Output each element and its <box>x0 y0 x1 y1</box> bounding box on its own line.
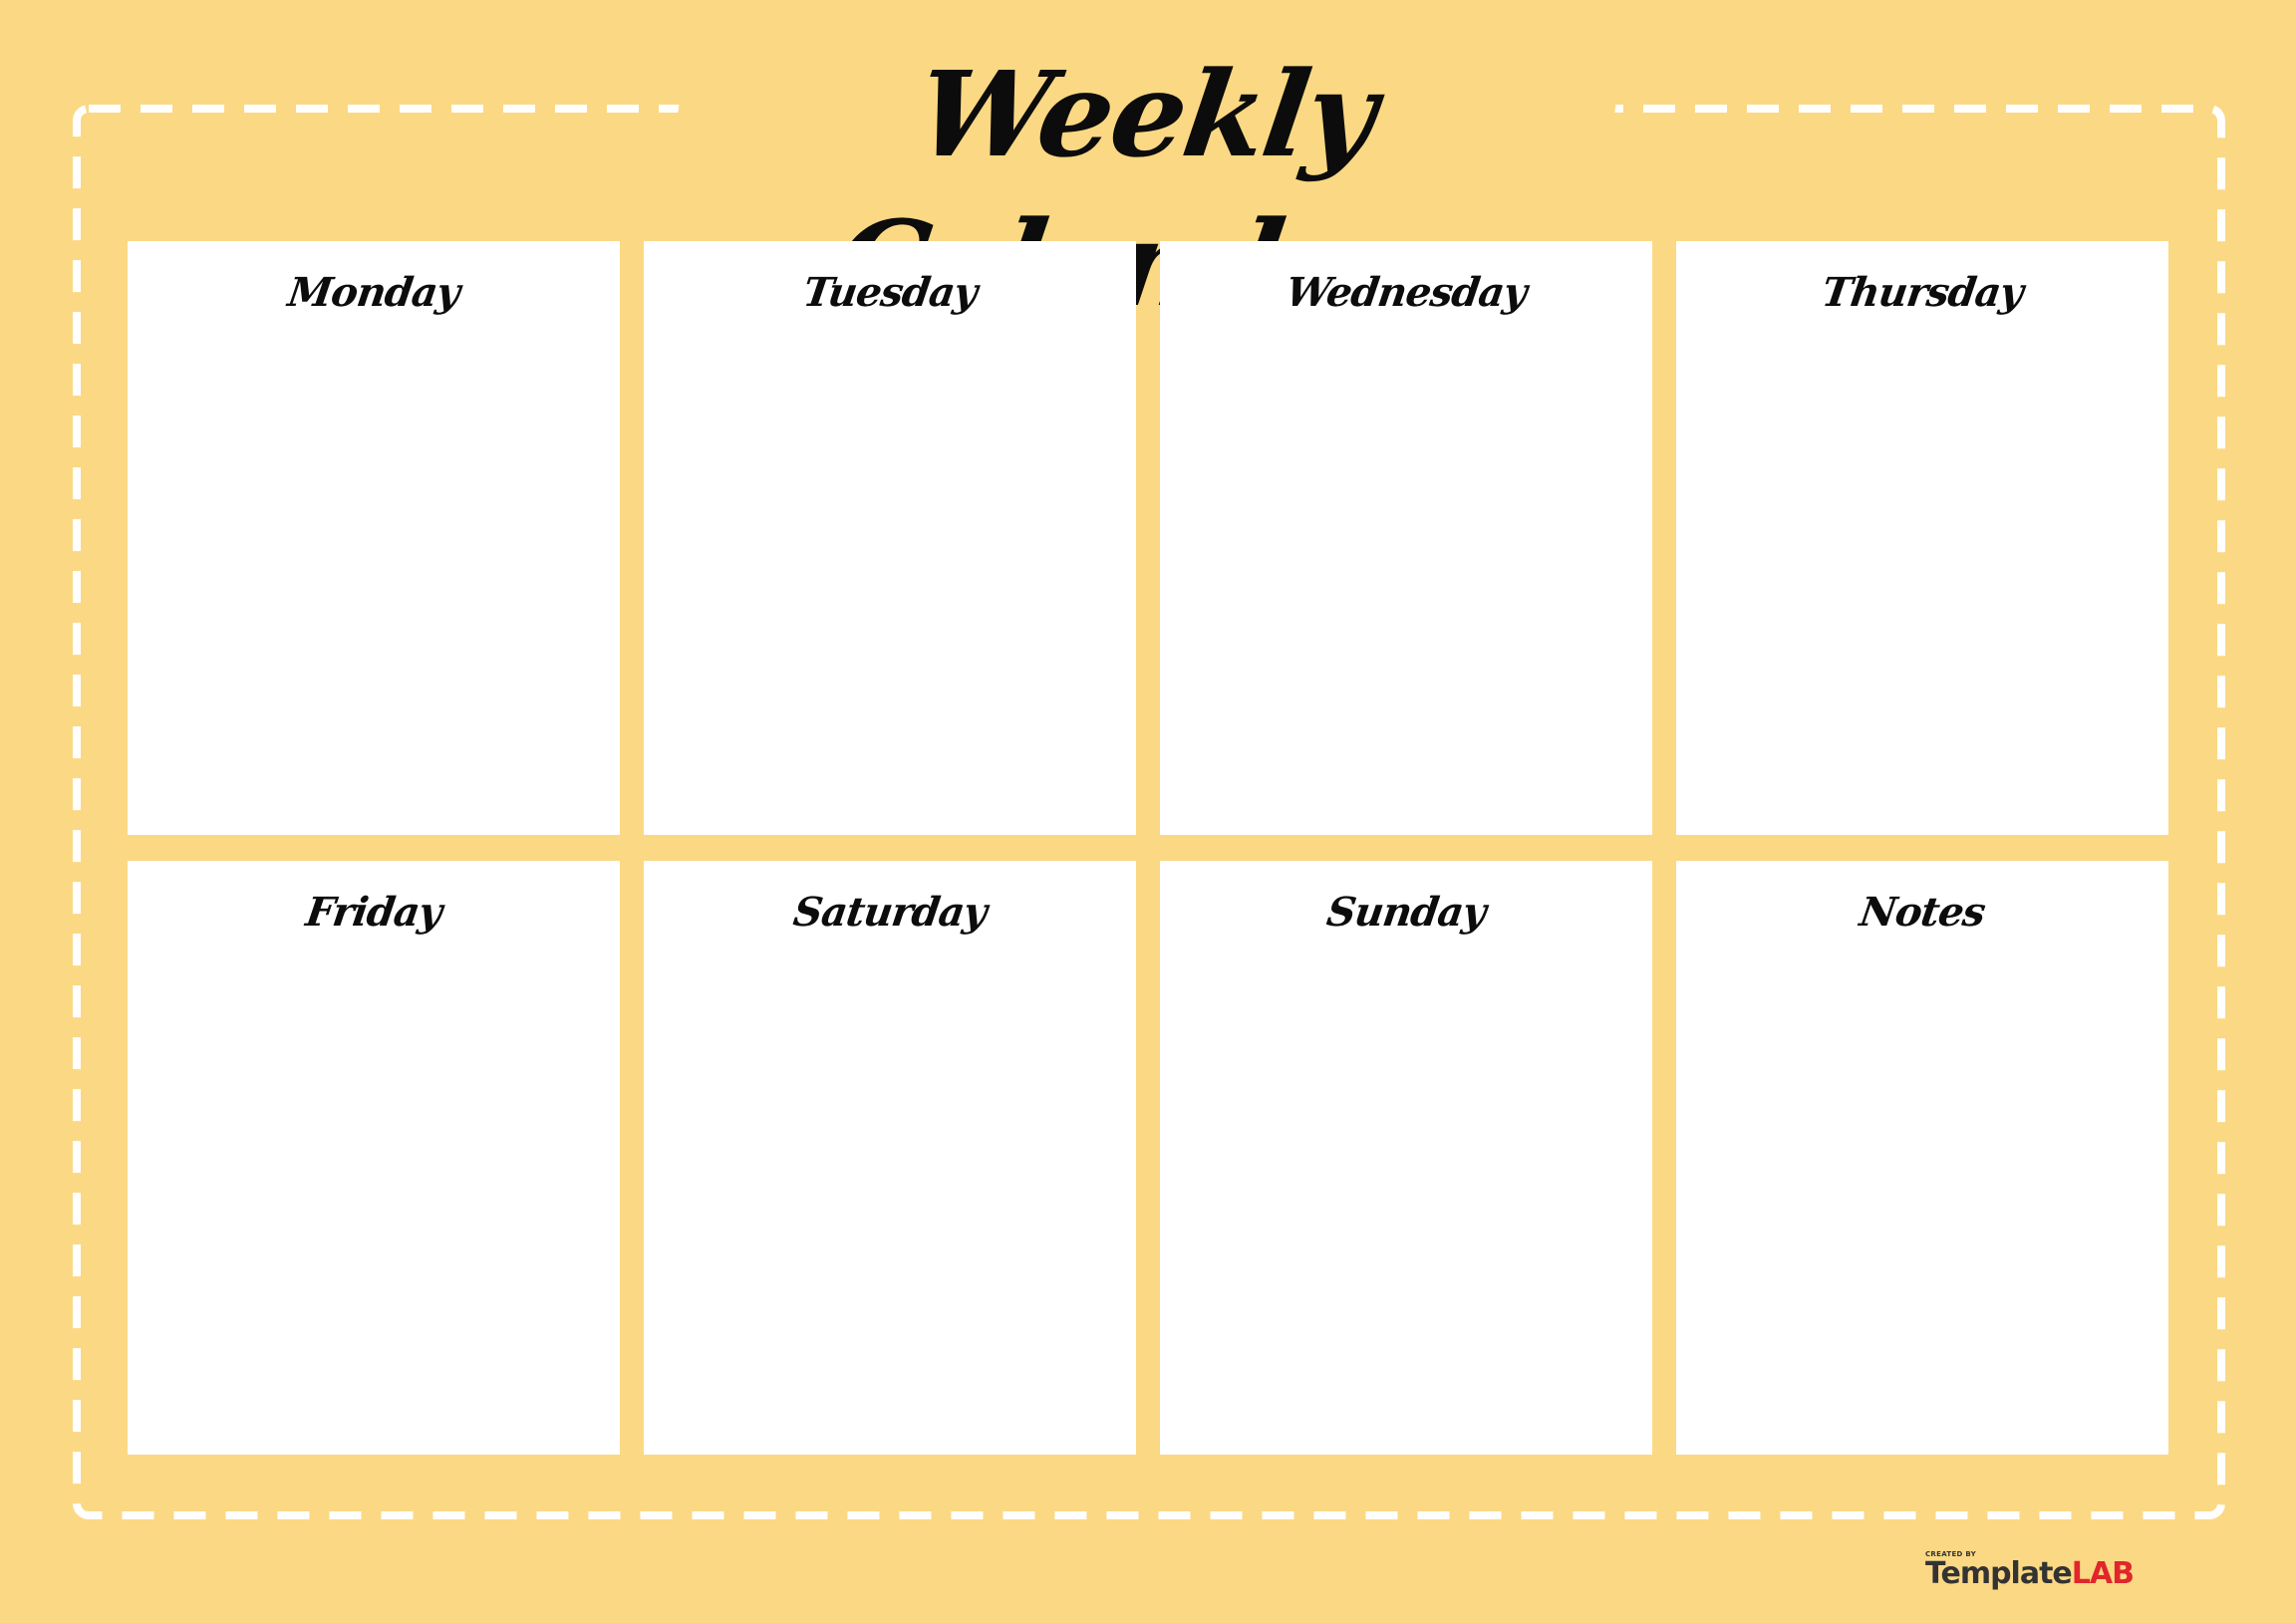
day-label: Sunday <box>1323 889 1489 936</box>
day-label: Thursday <box>1819 269 2026 316</box>
notes-panel: Notes <box>1676 861 2168 1455</box>
notes-label: Notes <box>1857 889 1988 936</box>
day-write-area[interactable] <box>147 341 600 815</box>
day-panel-thursday: Thursday <box>1676 241 2168 835</box>
page-title: Weekly Calendar <box>667 40 1625 333</box>
day-panel-saturday: Saturday <box>644 861 1136 1455</box>
logo-brand-template: Template <box>1925 1556 2073 1591</box>
day-label: Saturday <box>790 889 990 936</box>
templatelab-logo: CREATED BY TemplateLAB <box>1925 1550 2164 1596</box>
day-panel-wednesday: Wednesday <box>1160 241 1652 835</box>
day-write-area[interactable] <box>664 341 1116 815</box>
day-panel-sunday: Sunday <box>1160 861 1652 1455</box>
day-panel-tuesday: Tuesday <box>644 241 1136 835</box>
day-panel-monday: Monday <box>128 241 620 835</box>
notes-write-area[interactable] <box>1696 960 2149 1435</box>
day-write-area[interactable] <box>664 960 1116 1435</box>
day-panel-friday: Friday <box>128 861 620 1455</box>
logo-brand-lab: LAB <box>2071 1556 2135 1591</box>
day-write-area[interactable] <box>147 960 600 1435</box>
day-write-area[interactable] <box>1180 341 1632 815</box>
day-write-area[interactable] <box>1696 341 2149 815</box>
day-label: Friday <box>303 889 444 936</box>
day-write-area[interactable] <box>1180 960 1632 1435</box>
day-label: Tuesday <box>800 269 980 316</box>
day-label: Wednesday <box>1283 269 1530 316</box>
logo-brand: TemplateLAB <box>1925 1556 2135 1592</box>
day-label: Monday <box>285 269 462 316</box>
